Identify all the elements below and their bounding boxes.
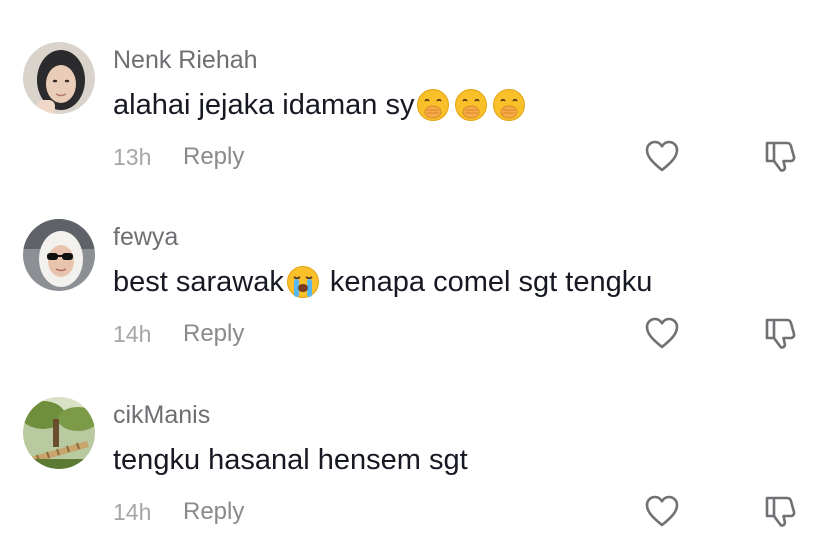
hand-over-mouth-emoji-icon [492, 88, 526, 122]
comment-item: cikManis tengku hasanal hensem sgt 14h R… [0, 355, 828, 533]
comment-time: 13h [113, 143, 152, 170]
comment-username[interactable]: Nenk Riehah [113, 45, 258, 75]
reply-button[interactable]: Reply [183, 320, 244, 348]
loudly-crying-emoji-icon [286, 265, 320, 299]
hand-over-mouth-emoji-icon [416, 88, 450, 122]
thumbs-down-icon[interactable] [762, 493, 798, 529]
comment-text-body: best sarawak [113, 266, 284, 298]
comment-username[interactable]: cikManis [113, 400, 210, 430]
avatar[interactable] [23, 42, 95, 114]
reply-button[interactable]: Reply [183, 498, 244, 526]
thumbs-down-icon[interactable] [762, 138, 798, 174]
comment-username[interactable]: fewya [113, 222, 178, 252]
comment-meta: 14h Reply [113, 319, 244, 349]
heart-icon[interactable] [644, 494, 680, 528]
hand-over-mouth-emoji-icon [454, 88, 488, 122]
comment-text: alahai jejaka idaman sy [113, 85, 528, 125]
comment-item: fewya best sarawak kenapa comel sgt teng… [0, 177, 828, 355]
comment-item: Nenk Riehah alahai jejaka idaman sy 13h … [0, 0, 828, 178]
avatar[interactable] [23, 397, 95, 469]
reply-button[interactable]: Reply [183, 143, 244, 171]
comment-text: best sarawak kenapa comel sgt tengku [113, 262, 652, 302]
comment-meta: 14h Reply [113, 497, 244, 527]
comment-time: 14h [113, 320, 152, 347]
comment-text-body: alahai jejaka idaman sy [113, 89, 415, 121]
comment-text-continuation: kenapa comel sgt tengku [321, 266, 653, 298]
avatar[interactable] [23, 219, 95, 291]
comment-text-body: tengku hasanal hensem sgt [113, 444, 468, 476]
comment-meta: 13h Reply [113, 142, 244, 172]
heart-icon[interactable] [644, 316, 680, 350]
heart-icon[interactable] [644, 139, 680, 173]
comment-time: 14h [113, 498, 152, 525]
thumbs-down-icon[interactable] [762, 315, 798, 351]
comment-text: tengku hasanal hensem sgt [113, 440, 468, 480]
